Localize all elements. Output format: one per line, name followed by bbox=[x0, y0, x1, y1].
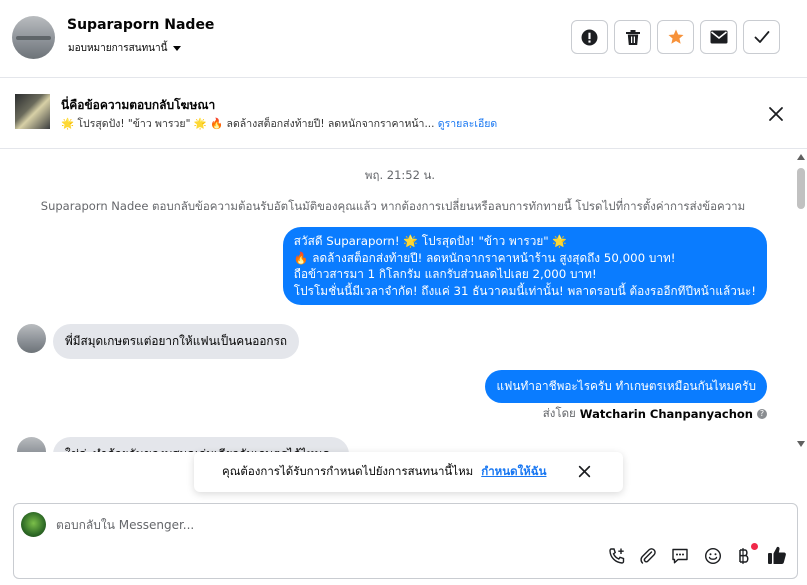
ad-preview-line: 🌟 โปรสุดปัง! "ข้าว พารวย" 🌟 🔥 ลดล้างสต็อ… bbox=[61, 115, 497, 132]
sent-by-name: Watcharin Chanpanyachon bbox=[579, 407, 753, 421]
assign-dropdown[interactable]: มอบหมายการสนทนานี้ bbox=[68, 41, 182, 56]
message-thread[interactable]: พฤ. 21:52 น. Suparaporn Nadee ตอบกลับข้อ… bbox=[0, 150, 807, 452]
trash-icon bbox=[625, 29, 640, 45]
add-call-icon[interactable] bbox=[607, 546, 627, 566]
ad-reply-banner: นี่คือข้อความตอบกลับโฆษณา 🌟 โปรสุดปัง! "… bbox=[0, 78, 807, 149]
info-icon[interactable]: ? bbox=[757, 409, 767, 419]
message-line: โปรโมชั่นนี้มีเวลาจำกัด! ถึงแค่ 31 ธันวา… bbox=[293, 283, 756, 298]
notification-dot bbox=[751, 543, 758, 550]
delete-button[interactable] bbox=[614, 20, 651, 54]
assign-to-me-link[interactable]: กำหนดให้ฉัน bbox=[481, 463, 546, 481]
mark-unread-button[interactable] bbox=[700, 20, 737, 54]
scroll-up-arrow-icon[interactable] bbox=[797, 154, 805, 160]
toast-text: คุณต้องการได้รับการกำหนดไปยังการสนทนานี้… bbox=[222, 464, 474, 478]
checkmark-icon bbox=[754, 31, 769, 43]
contact-name[interactable]: Suparaporn Nadee bbox=[67, 17, 214, 33]
outgoing-message[interactable]: แฟนทำอาชีพอะไรครับ ทำเกษตรเหมือนกันไหมคร… bbox=[485, 370, 767, 403]
ad-banner-title: นี่คือข้อความตอบกลับโฆษณา bbox=[61, 98, 216, 112]
ad-preview-text: 🌟 โปรสุดปัง! "ข้าว พารวย" 🌟 🔥 ลดล้างสต็อ… bbox=[61, 118, 435, 130]
incoming-message[interactable]: พี่มีสมุดเกษตรแต่อยากให้แฟนเป็นคนออกรถ bbox=[53, 324, 300, 359]
message-line: แฟนทำอาชีพอะไรครับ ทำเกษตรเหมือนกันไหมคร… bbox=[496, 379, 756, 393]
contact-avatar[interactable] bbox=[12, 16, 55, 59]
incoming-message[interactable]: ใช่ค่ะทำด้วยกันของบสมุดเล่มเดียวกันเกษตร… bbox=[53, 437, 349, 452]
assign-toast: คุณต้องการได้รับการกำหนดไปยังการสนทนานี้… bbox=[194, 452, 623, 492]
sender-avatar[interactable] bbox=[17, 437, 46, 452]
emoji-icon[interactable] bbox=[703, 546, 723, 566]
assign-label: มอบหมายการสนทนานี้ bbox=[68, 43, 168, 54]
reply-composer[interactable]: ตอบกลับใน Messenger... bbox=[13, 503, 798, 579]
outgoing-message[interactable]: สวัสดี Suparaporn! 🌟 โปรสุดปัง! "ข้าว พา… bbox=[282, 227, 767, 305]
mark-spam-button[interactable] bbox=[571, 20, 608, 54]
sender-avatar[interactable] bbox=[17, 324, 46, 353]
reply-input[interactable]: ตอบกลับใน Messenger... bbox=[56, 516, 194, 535]
message-line: ถือข้าวสารมา 1 กิโลกรัม แลกรับส่วนลดไปเล… bbox=[293, 267, 597, 281]
system-note: Suparaporn Nadee ตอบกลับข้อความต้อนรับอั… bbox=[40, 199, 746, 213]
attachment-icon[interactable] bbox=[638, 546, 658, 566]
message-line: 🔥 ลดล้างสต็อกส่งท้ายปี! ลดหนักจากราคาหน้… bbox=[293, 250, 676, 265]
scroll-down-arrow-icon[interactable] bbox=[797, 441, 805, 447]
sent-by-prefix: ส่งโดย bbox=[542, 406, 576, 420]
saved-replies-icon[interactable] bbox=[670, 546, 690, 566]
envelope-icon bbox=[710, 30, 727, 44]
star-button[interactable] bbox=[657, 20, 694, 54]
payment-icon[interactable] bbox=[734, 546, 754, 566]
mark-done-button[interactable] bbox=[743, 20, 780, 54]
scrollbar-thumb[interactable] bbox=[797, 168, 805, 209]
star-icon bbox=[668, 29, 683, 44]
message-timestamp: พฤ. 21:52 น. bbox=[364, 168, 436, 182]
like-icon[interactable] bbox=[766, 544, 788, 566]
ad-details-link[interactable]: ดูรายละเอียด bbox=[438, 118, 497, 130]
ad-thumbnail[interactable] bbox=[15, 94, 50, 129]
close-banner-icon[interactable] bbox=[768, 106, 784, 122]
alert-icon bbox=[581, 29, 598, 45]
page-avatar bbox=[21, 512, 46, 537]
sent-by-label: ส่งโดย Watcharin Chanpanyachon ? bbox=[543, 405, 767, 423]
conversation-header: Suparaporn Nadee มอบหมายการสนทนานี้ bbox=[0, 0, 807, 78]
message-line: สวัสดี Suparaporn! 🌟 โปรสุดปัง! "ข้าว พา… bbox=[293, 234, 568, 248]
close-toast-icon[interactable] bbox=[578, 465, 591, 478]
caret-down-icon bbox=[173, 46, 182, 51]
